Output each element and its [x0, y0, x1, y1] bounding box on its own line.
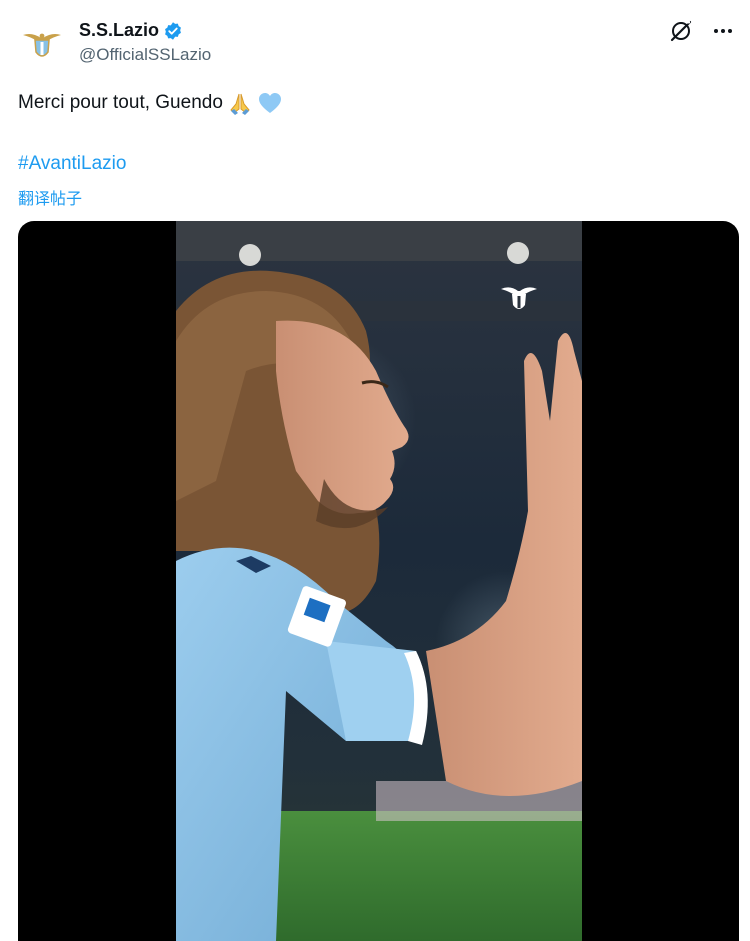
display-name[interactable]: S.S.Lazio — [79, 20, 159, 41]
translate-post-link[interactable]: 翻译帖子 — [18, 185, 82, 209]
video-player[interactable] — [18, 221, 739, 941]
video-frame — [176, 221, 582, 941]
verified-badge-icon — [165, 21, 181, 40]
tweet-actions — [668, 18, 736, 44]
avatar[interactable] — [18, 22, 66, 70]
tweet-header: S.S.Lazio @OfficialSSLazio — [18, 14, 736, 74]
tweet-text: Merci pour tout, Guendo — [18, 90, 283, 116]
more-options-icon — [714, 29, 732, 33]
video-still-image — [176, 221, 582, 941]
hashtag-link[interactable]: #AvantiLazio — [18, 153, 126, 175]
light-blue-heart-icon — [257, 90, 283, 116]
account-names: S.S.Lazio @OfficialSSLazio — [79, 20, 211, 65]
tweet-text-content: Merci pour tout, Guendo — [18, 92, 223, 113]
folded-hands-icon — [227, 90, 253, 116]
grok-button[interactable] — [668, 18, 694, 44]
grok-icon — [670, 20, 692, 42]
more-options-button[interactable] — [710, 18, 736, 44]
account-handle[interactable]: @OfficialSSLazio — [79, 45, 211, 65]
lazio-eagle-crest-icon — [23, 33, 61, 57]
